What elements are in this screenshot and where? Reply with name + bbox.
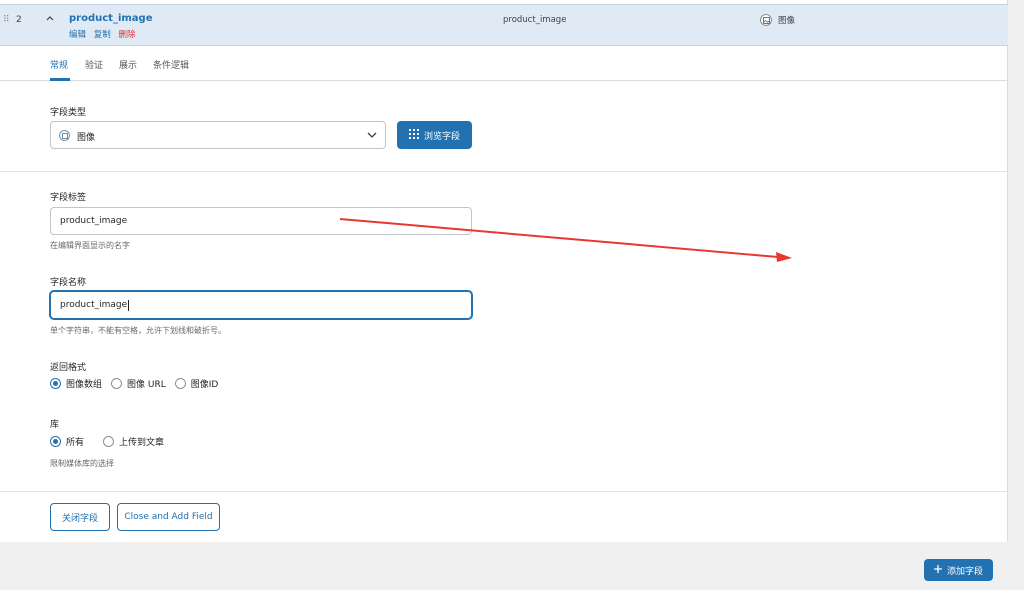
text-cursor — [128, 299, 130, 311]
radio-label: 图像 URL — [127, 380, 166, 390]
radio-label: 图像数组 — [66, 380, 103, 390]
field-type-label: 字段类型 — [50, 108, 87, 118]
radio-dot[interactable] — [50, 436, 61, 447]
browse-fields-button[interactable]: 浏览字段 — [397, 121, 472, 149]
radio-image-id[interactable]: 图像ID — [174, 377, 219, 390]
duplicate-link[interactable]: 复制 — [94, 30, 111, 40]
field-type-select[interactable]: 图像 — [50, 121, 386, 149]
radio-library-all[interactable]: 所有 — [50, 435, 84, 448]
grid-icon — [408, 128, 419, 142]
radio-image-url[interactable]: 图像 URL — [111, 377, 166, 390]
field-name-value: product_image — [60, 300, 128, 310]
section-divider — [0, 171, 1008, 172]
radio-dot[interactable] — [174, 378, 186, 389]
radio-label: 所有 — [66, 438, 85, 448]
field-order: 2 — [16, 15, 22, 25]
library-help: 限制媒体库的选择 — [50, 459, 114, 468]
close-and-add-field-button[interactable]: Close and Add Field — [117, 503, 220, 531]
close-field-button[interactable]: 关闭字段 — [50, 503, 110, 531]
active-tab-indicator — [50, 78, 70, 81]
field-type-column: 图像 — [760, 14, 795, 26]
chevron-down-icon — [367, 131, 377, 141]
radio-dot[interactable] — [111, 378, 123, 389]
tab-general[interactable]: 常规 — [50, 58, 68, 71]
settings-tabs: 常规 验证 展示 条件逻辑 — [0, 47, 1008, 81]
add-field-button[interactable]: 添加字段 — [924, 559, 993, 581]
tab-validation[interactable]: 验证 — [85, 58, 103, 71]
field-header-row[interactable]: ⠿ 2 product_image 编辑 复制 删除 product_image… — [0, 4, 1008, 46]
library-label: 库 — [50, 420, 60, 430]
plus-icon — [933, 564, 942, 576]
field-label-label: 字段标签 — [50, 193, 87, 203]
radio-dot[interactable] — [103, 436, 115, 447]
field-name-column: product_image — [503, 15, 567, 25]
radio-dot[interactable] — [50, 378, 61, 389]
image-icon — [59, 130, 70, 141]
tab-conditional-logic[interactable]: 条件逻辑 — [153, 58, 189, 71]
delete-link[interactable]: 删除 — [118, 30, 135, 40]
field-label-value: product_image — [60, 216, 128, 226]
add-field-label: 添加字段 — [946, 566, 983, 577]
radio-image-array[interactable]: 图像数组 — [50, 377, 102, 390]
field-label-input[interactable]: product_image — [50, 207, 472, 235]
field-name-help: 单个字符串，不能有空格，允许下划线和破折号。 — [50, 326, 226, 335]
field-name-input[interactable]: product_image — [50, 291, 472, 319]
library-options: 所有 上传到文章 — [50, 435, 173, 448]
tab-presentation[interactable]: 展示 — [119, 58, 137, 71]
radio-label: 上传到文章 — [119, 438, 165, 448]
field-title-link[interactable]: product_image — [69, 13, 152, 24]
field-name-label: 字段名称 — [50, 278, 87, 288]
row-actions: 编辑 复制 删除 — [69, 28, 140, 40]
radio-label: 图像ID — [190, 380, 219, 390]
radio-library-uploaded[interactable]: 上传到文章 — [103, 435, 164, 448]
section-divider — [0, 491, 1008, 492]
drag-handle-icon[interactable]: ⠿ — [3, 15, 10, 25]
return-format-label: 返回格式 — [50, 363, 87, 373]
field-editor-panel: ⠿ 2 product_image 编辑 复制 删除 product_image… — [0, 0, 1008, 590]
return-format-options: 图像数组 图像 URL 图像ID — [50, 377, 227, 390]
bottom-toolbar — [0, 542, 1008, 590]
collapse-chevron-icon[interactable] — [46, 15, 54, 23]
field-label-help: 在编辑界面显示的名字 — [50, 241, 130, 250]
image-icon — [760, 14, 772, 26]
browse-fields-label: 浏览字段 — [423, 131, 460, 142]
field-type-text: 图像 — [778, 16, 796, 26]
edit-link[interactable]: 编辑 — [69, 30, 86, 40]
field-type-selected: 图像 — [77, 133, 96, 143]
